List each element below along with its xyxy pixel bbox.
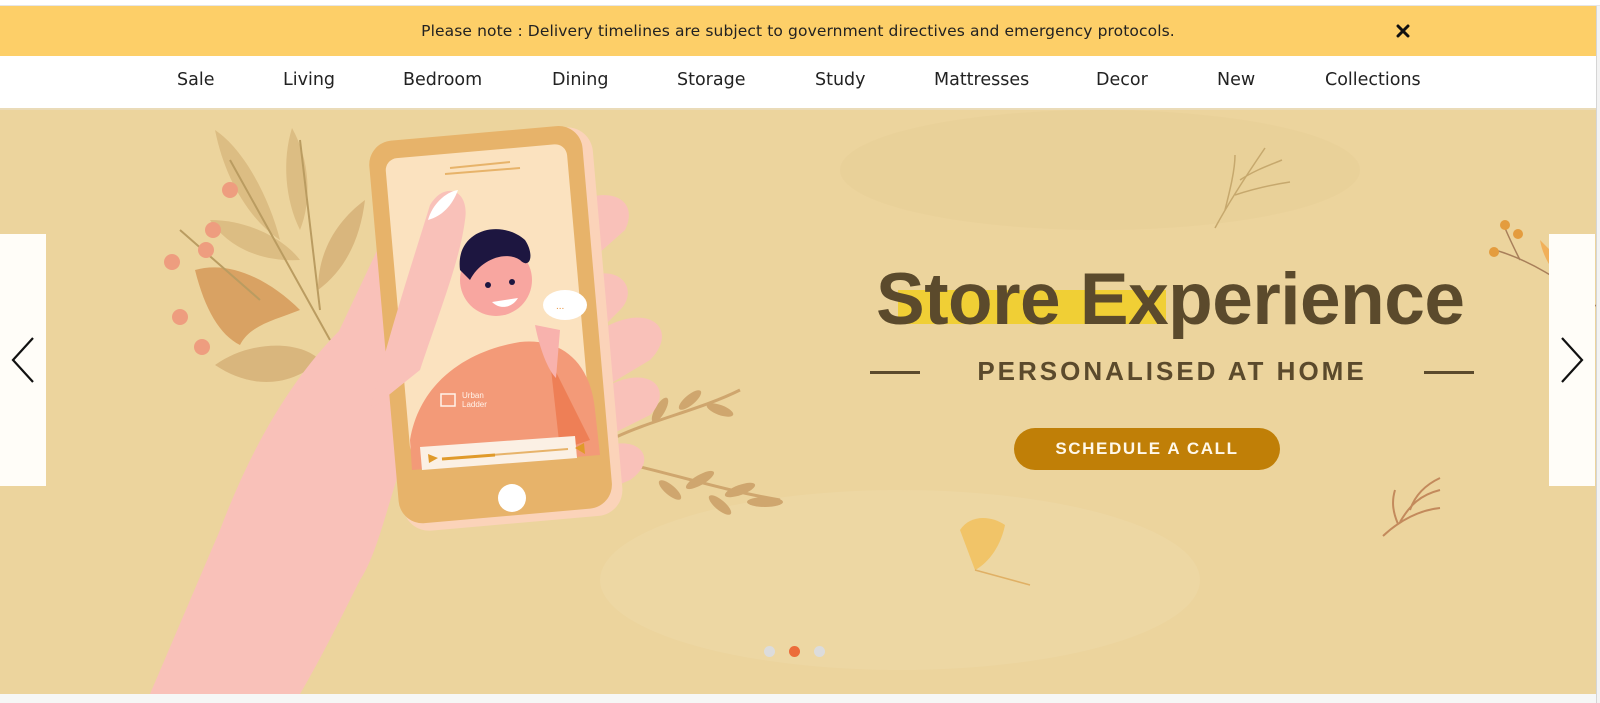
- nav-item-storage[interactable]: Storage: [677, 70, 745, 90]
- phone-brand-line2: Ladder: [462, 400, 487, 409]
- nav-item-study[interactable]: Study: [815, 70, 866, 90]
- divider-right: [1424, 371, 1474, 374]
- speech-bubble-dots: ...: [556, 301, 564, 312]
- chevron-left-icon: [11, 337, 34, 383]
- schedule-call-button[interactable]: SCHEDULE A CALL: [1014, 428, 1280, 470]
- hero-carousel: ... Urban Ladder Store Experience PERSON…: [0, 110, 1596, 694]
- notice-text: Please note : Delivery timelines are sub…: [421, 22, 1175, 40]
- nav-item-bedroom[interactable]: Bedroom: [403, 70, 482, 90]
- hero-illustration: ... Urban Ladder: [150, 110, 1596, 694]
- hero-subheadline-group: PERSONALISED AT HOME: [870, 352, 1474, 392]
- nav-item-dining[interactable]: Dining: [552, 70, 609, 90]
- carousel-pagination: [764, 646, 825, 657]
- chevron-right-icon: [1561, 337, 1584, 383]
- carousel-prev-button[interactable]: [0, 234, 46, 486]
- nav-item-mattresses[interactable]: Mattresses: [934, 70, 1029, 90]
- nav-item-sale[interactable]: Sale: [177, 70, 214, 90]
- carousel-next-button[interactable]: [1549, 234, 1595, 486]
- category-nav: Sale Living Bedroom Dining Storage Study…: [0, 56, 1596, 110]
- carousel-dot-2-active[interactable]: [789, 646, 800, 657]
- nav-item-living[interactable]: Living: [283, 70, 335, 90]
- hero-subheadline: PERSONALISED AT HOME: [977, 356, 1367, 386]
- carousel-dot-1[interactable]: [764, 646, 775, 657]
- carousel-dot-3[interactable]: [814, 646, 825, 657]
- delivery-notice-bar: Please note : Delivery timelines are sub…: [0, 6, 1596, 56]
- twig-bottom-right: [1382, 477, 1441, 537]
- nav-item-decor[interactable]: Decor: [1096, 70, 1148, 90]
- hero-headline: Store Experience: [876, 259, 1465, 340]
- phone-brand-line1: Urban: [462, 391, 484, 400]
- hero-bottom-edge: [0, 694, 1596, 703]
- nav-item-new[interactable]: New: [1217, 70, 1255, 90]
- nav-item-collections[interactable]: Collections: [1325, 70, 1421, 90]
- close-notice-button[interactable]: [1390, 18, 1416, 44]
- page-scrollbar-edge: [1596, 6, 1600, 703]
- phone: ... Urban Ladder: [369, 126, 623, 531]
- close-icon: [1396, 24, 1410, 38]
